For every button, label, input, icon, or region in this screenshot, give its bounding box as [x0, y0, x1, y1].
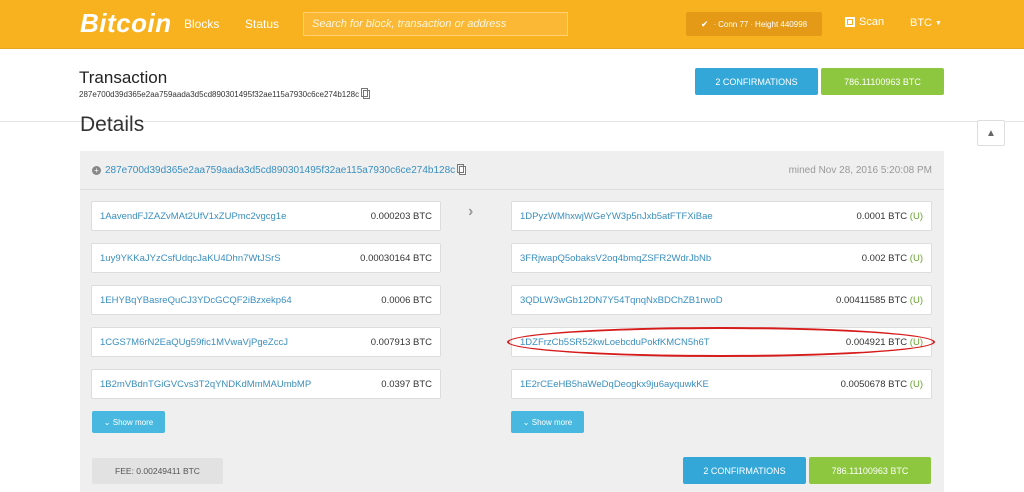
- input-value: 0.000203 BTC: [370, 211, 432, 222]
- unspent-flag: (U): [909, 337, 923, 348]
- copy-icon[interactable]: [361, 88, 371, 99]
- output-row: 1DZFrzCb5SR52kwLoebcduPokfKMCN5h6T 0.004…: [511, 327, 932, 357]
- output-address-link[interactable]: 3FRjwapQ5obaksV2oq4bmqZSFR2WdrJbNb: [520, 253, 711, 264]
- currency-label: BTC: [910, 17, 932, 29]
- input-address-link[interactable]: 1CGS7M6rN2EaQUg59fic1MVwaVjPgeZccJ: [100, 337, 288, 348]
- input-value: 0.0006 BTC: [381, 295, 432, 306]
- unspent-flag: (U): [909, 295, 923, 306]
- output-value: 0.002 BTC (U): [861, 253, 923, 264]
- chevron-right-icon: ›: [468, 203, 474, 220]
- output-value: 0.004921 BTC (U): [845, 337, 923, 348]
- panel-hash-link[interactable]: 287e700d39d365e2aa759aada3d5cd890301495f…: [105, 165, 455, 176]
- output-row: 3QDLW3wGb12DN7Y54TqnqNxBDChZB1rwoD 0.004…: [511, 285, 932, 315]
- height-label: Height: [755, 19, 779, 29]
- transaction-hash: 287e700d39d365e2aa759aada3d5cd890301495f…: [79, 88, 371, 99]
- nav-blocks-link[interactable]: Blocks: [184, 17, 219, 31]
- conn-label: Conn: [718, 19, 738, 29]
- confirmations-button[interactable]: 2 CONFIRMATIONS: [695, 68, 818, 95]
- chevron-down-icon: ⌄: [103, 417, 113, 427]
- output-address-link[interactable]: 3QDLW3wGb12DN7Y54TqnqNxBDChZB1rwoD: [520, 295, 723, 306]
- input-address-link[interactable]: 1uy9YKKaJYzCsfUdqcJaKU4Dhn7WtJSrS: [100, 253, 281, 264]
- output-row: 1DPyzWMhxwjWGeYW3p5nJxb5atFTFXiBae 0.000…: [511, 201, 932, 231]
- input-row: 1CGS7M6rN2EaQUg59fic1MVwaVjPgeZccJ 0.007…: [91, 327, 441, 357]
- check-icon: ✔: [700, 18, 709, 29]
- output-row: 1E2rCEeHB5haWeDqDeogkx9ju6ayquwkKE 0.005…: [511, 369, 932, 399]
- confirmations-button[interactable]: 2 CONFIRMATIONS: [683, 457, 806, 484]
- input-row: 1uy9YKKaJYzCsfUdqcJaKU4Dhn7WtJSrS 0.0003…: [91, 243, 441, 273]
- expand-plus-icon[interactable]: +: [92, 166, 101, 175]
- output-address-link[interactable]: 1E2rCEeHB5haWeDqDeogkx9ju6ayquwkKE: [520, 379, 709, 390]
- page-title: Transaction: [79, 68, 168, 87]
- panel-hash[interactable]: + 287e700d39d365e2aa759aada3d5cd89030149…: [92, 164, 467, 176]
- inputs-show-more-button[interactable]: ⌄ Show more: [92, 411, 165, 433]
- input-row: 1B2mVBdnTGiGVCvs3T2qYNDKdMmMAUmbMP 0.039…: [91, 369, 441, 399]
- copy-icon[interactable]: [457, 164, 467, 175]
- input-address-link[interactable]: 1EHYBqYBasreQuCJ3YDcGCQF2iBzxekp64: [100, 295, 292, 306]
- details-heading: Details: [80, 113, 145, 136]
- currency-dropdown[interactable]: BTC ▼: [910, 17, 942, 29]
- scroll-to-top-button[interactable]: ▲: [977, 120, 1005, 146]
- output-value: 0.0001 BTC (U): [856, 211, 923, 222]
- input-row: 1AavendFJZAZvMAt2UfV1xZUPmc2vgcg1e 0.000…: [91, 201, 441, 231]
- output-address-link[interactable]: 1DPyzWMhxwjWGeYW3p5nJxb5atFTFXiBae: [520, 211, 713, 222]
- output-row: 3FRjwapQ5obaksV2oq4bmqZSFR2WdrJbNb 0.002…: [511, 243, 932, 273]
- search-input[interactable]: [303, 12, 568, 36]
- mined-timestamp: mined Nov 28, 2016 5:20:08 PM: [788, 165, 932, 176]
- panel-hash-bar: + 287e700d39d365e2aa759aada3d5cd89030149…: [80, 151, 944, 190]
- input-value: 0.0397 BTC: [381, 379, 432, 390]
- unspent-flag: (U): [909, 253, 923, 264]
- scan-button[interactable]: Scan: [845, 16, 884, 28]
- input-address-link[interactable]: 1AavendFJZAZvMAt2UfV1xZUPmc2vgcg1e: [100, 211, 286, 222]
- outputs-show-more-button[interactable]: ⌄ Show more: [511, 411, 584, 433]
- fee-badge: FEE: 0.00249411 BTC: [92, 458, 223, 484]
- output-value: 0.0050678 BTC (U): [840, 379, 923, 390]
- chevron-up-icon: ▲: [986, 127, 996, 139]
- unspent-flag: (U): [909, 211, 923, 222]
- conn-value: 77: [739, 19, 749, 29]
- input-value: 0.007913 BTC: [370, 337, 432, 348]
- chevron-down-icon: ⌄: [522, 417, 532, 427]
- input-address-link[interactable]: 1B2mVBdnTGiGVCvs3T2qYNDKdMmMAUmbMP: [100, 379, 311, 390]
- caret-down-icon: ▼: [935, 19, 942, 27]
- unspent-flag: (U): [909, 379, 923, 390]
- input-row: 1EHYBqYBasreQuCJ3YDcGCQF2iBzxekp64 0.000…: [91, 285, 441, 315]
- nav-status-link[interactable]: Status: [245, 17, 279, 31]
- scan-label: Scan: [859, 16, 885, 28]
- amount-button[interactable]: 786.11100963 BTC: [821, 68, 944, 95]
- connection-status[interactable]: ✔ · Conn 77 · Height 440998: [686, 12, 822, 36]
- transaction-hash-text: 287e700d39d365e2aa759aada3d5cd890301495f…: [79, 90, 360, 99]
- top-navbar: Bitcoin Blocks Status ✔ · Conn 77 · Heig…: [0, 0, 1024, 49]
- height-value: 440998: [780, 19, 808, 29]
- amount-button[interactable]: 786.11100963 BTC: [809, 457, 931, 484]
- transaction-details-panel: + 287e700d39d365e2aa759aada3d5cd89030149…: [80, 151, 944, 492]
- output-value: 0.00411585 BTC (U): [836, 295, 923, 306]
- input-value: 0.00030164 BTC: [360, 253, 432, 264]
- qr-code-icon: [845, 17, 855, 27]
- output-address-link[interactable]: 1DZFrzCb5SR52kwLoebcduPokfKMCN5h6T: [520, 337, 710, 348]
- brand-logo[interactable]: Bitcoin: [80, 8, 172, 39]
